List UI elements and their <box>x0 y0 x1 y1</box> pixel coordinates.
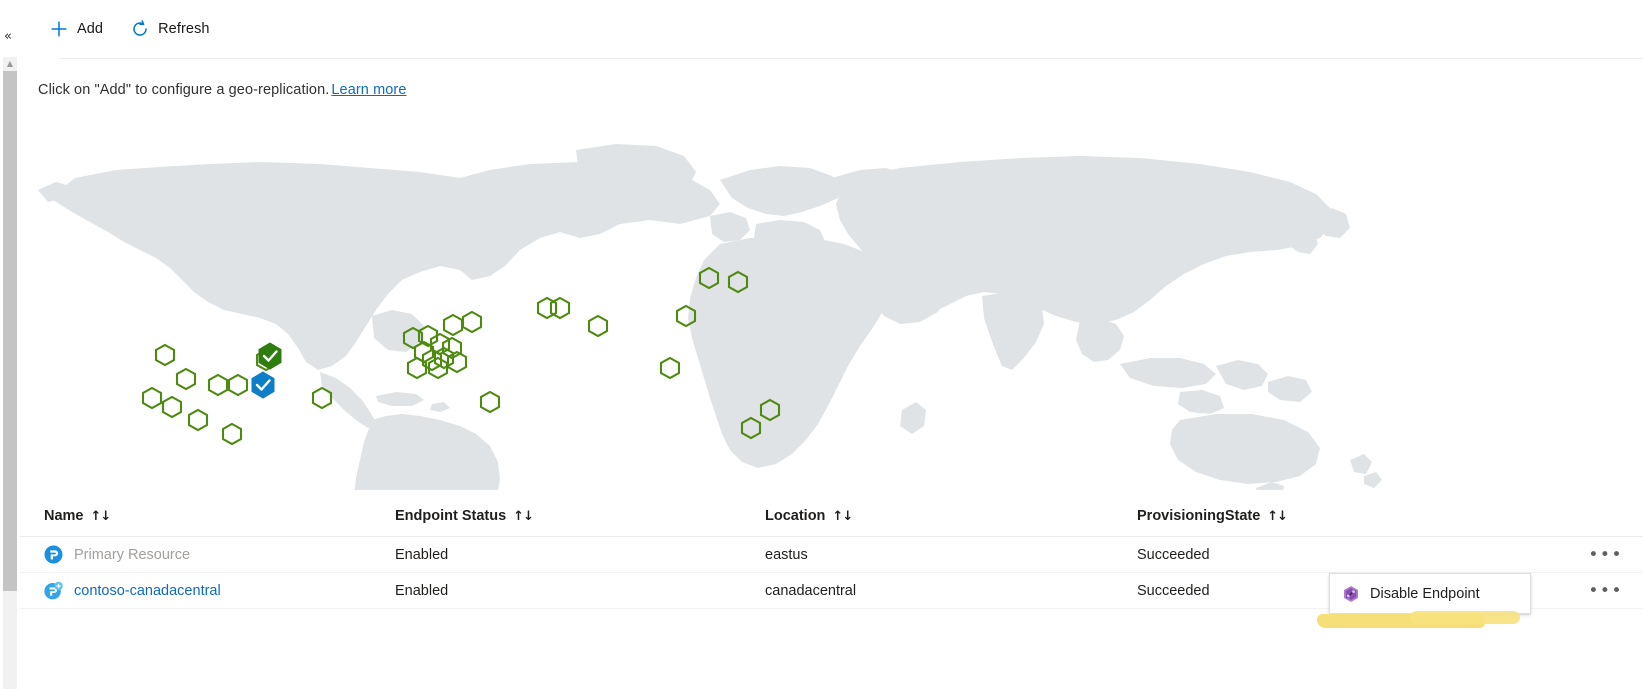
cell-location: canadacentral <box>765 582 857 599</box>
cell-endpoint-status: Enabled <box>395 582 449 599</box>
map-marker-hex <box>207 373 229 397</box>
map-landmasses <box>38 144 1382 490</box>
column-header-provisioning-state[interactable]: ProvisioningState ↑↓ <box>1137 508 1527 524</box>
cell-name: contoso-canadacentral <box>20 581 395 600</box>
world-map[interactable] <box>20 120 1420 490</box>
map-marker-hex <box>227 373 249 397</box>
primary-resource-icon <box>44 545 63 564</box>
cell-actions: ••• <box>1527 582 1643 599</box>
geo-replication-page: « ▲ Add Refresh Click on "Add" to config… <box>0 0 1643 689</box>
map-marker-hex <box>311 386 333 410</box>
row-context-menu-button[interactable]: ••• <box>1588 582 1623 599</box>
map-marker-hex <box>161 395 183 419</box>
map-marker-hex <box>659 356 681 380</box>
disable-endpoint-label: Disable Endpoint <box>1370 585 1480 602</box>
cell-provisioning-state: Succeeded <box>1137 546 1210 563</box>
learn-more-link[interactable]: Learn more <box>331 82 406 98</box>
scroll-up-caret-icon[interactable]: ▲ <box>3 57 17 71</box>
map-marker-selected <box>251 371 275 399</box>
row-context-menu[interactable]: Disable Endpoint <box>1329 573 1531 614</box>
sort-icon[interactable]: ↑↓ <box>1267 509 1288 524</box>
refresh-button[interactable]: Refresh <box>121 13 219 45</box>
left-rail: « ▲ <box>0 0 20 689</box>
sort-icon[interactable]: ↑↓ <box>832 509 853 524</box>
add-button[interactable]: Add <box>40 13 113 45</box>
map-marker-hex <box>587 314 609 338</box>
cell-actions: ••• <box>1527 546 1643 563</box>
map-marker-hex <box>461 310 483 334</box>
refresh-button-label: Refresh <box>158 21 210 37</box>
info-message: Click on "Add" to configure a geo-replic… <box>38 82 407 98</box>
command-bar: Add Refresh <box>20 0 1643 59</box>
sort-icon[interactable]: ↑↓ <box>513 509 534 524</box>
world-map-svg <box>38 144 1382 490</box>
add-button-label: Add <box>77 21 104 37</box>
highlight-annotation-overlap <box>1410 611 1520 624</box>
column-header-location[interactable]: Location ↑↓ <box>765 508 1137 524</box>
map-marker-hex <box>175 367 197 391</box>
map-marker-hex <box>406 356 428 380</box>
collapse-panel-icon[interactable]: « <box>0 28 16 46</box>
column-header-provisioning-state-label: ProvisioningState <box>1137 508 1261 524</box>
column-header-name-label: Name <box>44 508 84 524</box>
cell-name-label: Primary Resource <box>74 546 191 563</box>
map-marker-hex <box>221 422 243 446</box>
command-bar-divider <box>60 58 1643 59</box>
map-marker-hex <box>154 343 176 367</box>
map-marker-primary <box>258 342 282 370</box>
map-marker-hex <box>549 296 571 320</box>
plus-icon <box>48 18 70 40</box>
page-scrollbar-thumb[interactable] <box>3 71 17 591</box>
row-context-menu-button[interactable]: ••• <box>1588 546 1623 563</box>
column-header-endpoint-status[interactable]: Endpoint Status ↑↓ <box>395 508 765 524</box>
map-marker-hex <box>187 408 209 432</box>
replica-resource-icon <box>44 581 63 600</box>
info-message-text: Click on "Add" to configure a geo-replic… <box>38 82 330 98</box>
map-marker-hex <box>442 313 464 337</box>
column-header-endpoint-status-label: Endpoint Status <box>395 508 507 524</box>
refresh-icon <box>129 18 151 40</box>
table-row[interactable]: Primary Resource Enabled eastus Succeede… <box>20 537 1643 573</box>
column-header-name[interactable]: Name ↑↓ <box>20 508 395 524</box>
cell-name-link[interactable]: contoso-canadacentral <box>74 583 221 599</box>
map-marker-hex <box>479 390 501 414</box>
disable-endpoint-icon <box>1342 585 1360 603</box>
cell-endpoint-status: Enabled <box>395 546 449 563</box>
cell-name: Primary Resource <box>20 545 395 564</box>
cell-location: eastus <box>765 546 808 563</box>
sort-icon[interactable]: ↑↓ <box>91 509 112 524</box>
column-header-location-label: Location <box>765 508 826 524</box>
table-header-row: Name ↑↓ Endpoint Status ↑↓ Location ↑↓ P… <box>20 496 1643 537</box>
map-marker-hex <box>141 386 163 410</box>
